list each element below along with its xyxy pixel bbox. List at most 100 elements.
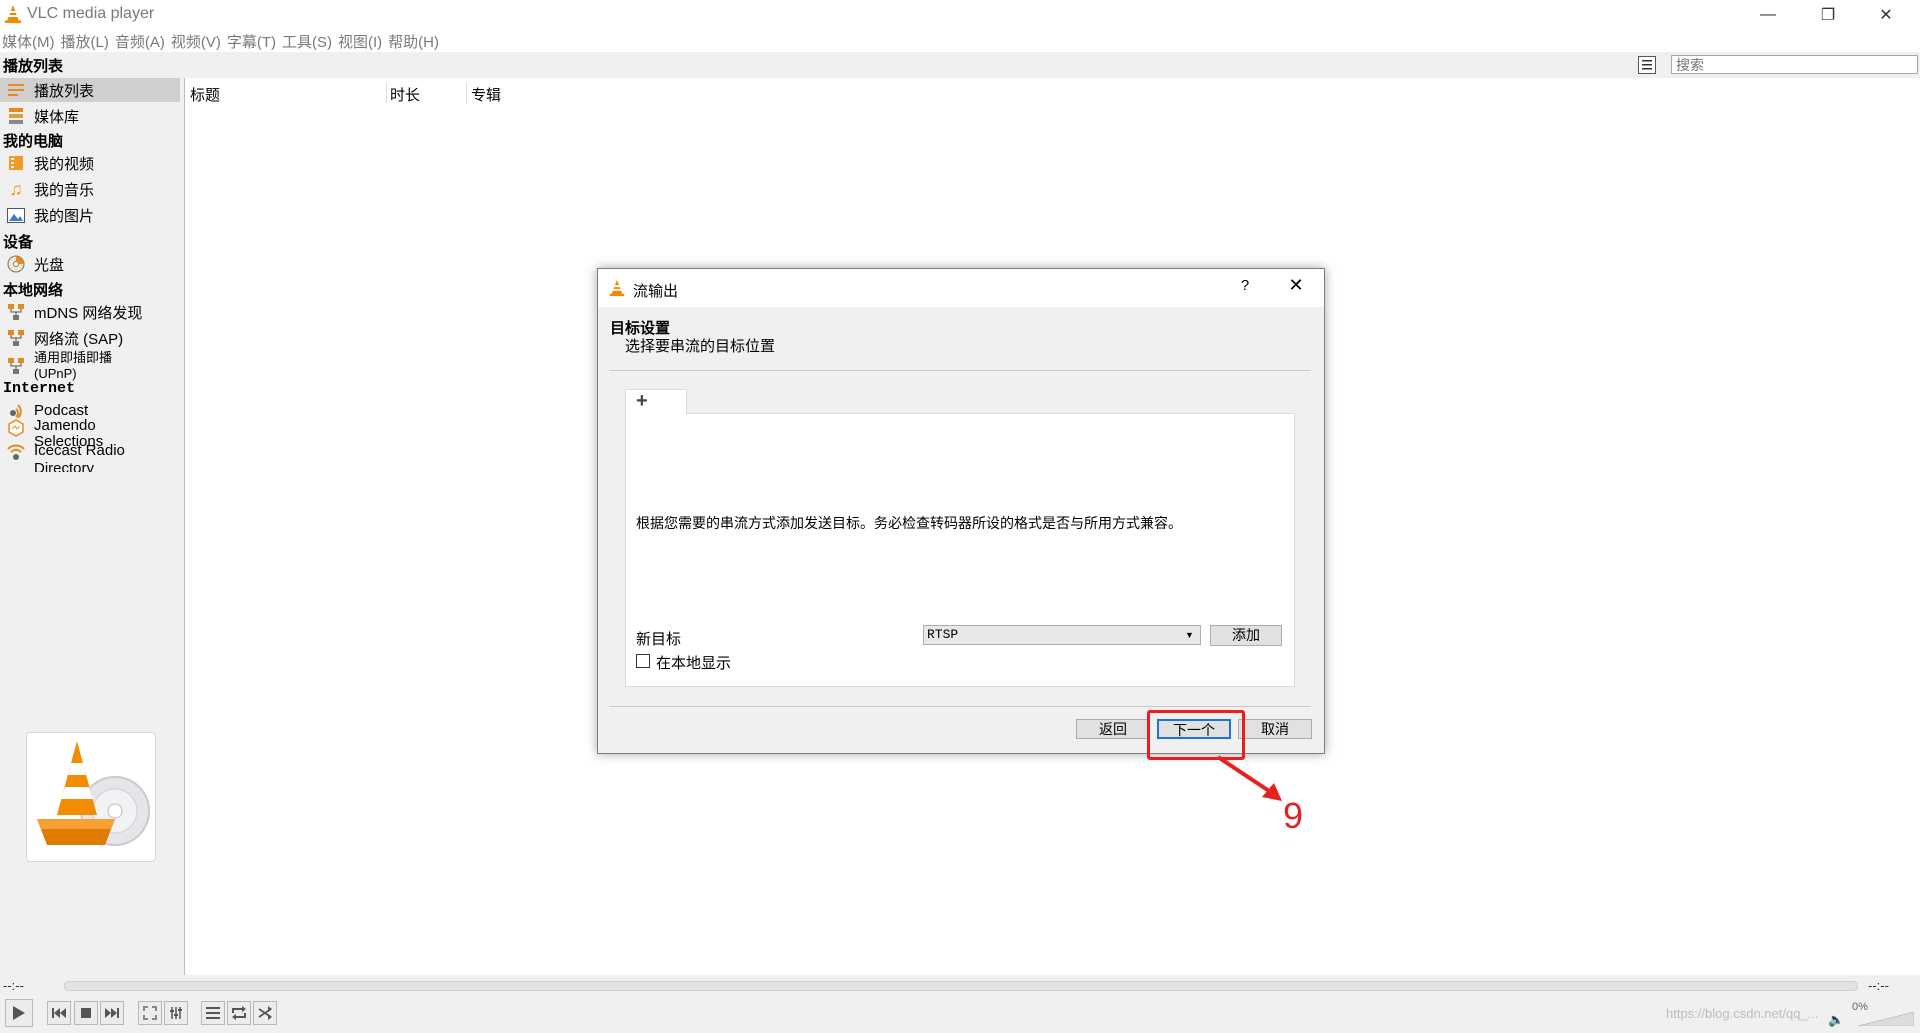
network-icon [6, 356, 26, 376]
annotation-highlight-box [1147, 710, 1245, 760]
seek-slider[interactable] [64, 981, 1858, 991]
play-button[interactable] [5, 999, 33, 1027]
equalizer-icon [170, 1007, 182, 1019]
display-locally-checkbox[interactable] [636, 654, 650, 668]
previous-button[interactable] [47, 1001, 71, 1025]
shuffle-icon [258, 1006, 272, 1020]
vlc-cone-icon [5, 5, 21, 23]
menu-view[interactable]: 视图(I) [336, 31, 386, 52]
sidebar-item-label: 我的音乐 [34, 181, 95, 199]
menu-media[interactable]: 媒体(M) [0, 31, 59, 52]
sidebar-item-label: 播放列表 [34, 82, 95, 100]
sidebar-item-icecast[interactable]: Icecast Radio Directory [0, 442, 180, 472]
sidebar-category-internet: Internet [3, 380, 76, 397]
disc-icon [6, 254, 26, 274]
watermark-text: https://blog.csdn.net/qq_... [1666, 1006, 1819, 1021]
menu-tools[interactable]: 工具(S) [280, 31, 336, 52]
sidebar-item-label: 通用即插即播 (UPnP) [34, 350, 113, 381]
minimize-button[interactable]: — [1740, 0, 1796, 30]
sidebar-item-mdns[interactable]: mDNS 网络发现 [0, 300, 180, 324]
music-note-icon: ♫ [9, 178, 23, 199]
extended-settings-button[interactable] [164, 1001, 188, 1025]
help-button[interactable]: ? [1230, 277, 1260, 299]
album-art [26, 732, 156, 862]
column-header-duration[interactable]: 时长 [390, 84, 420, 105]
new-target-label: 新目标 [636, 631, 682, 648]
close-window-button[interactable]: ✕ [1858, 0, 1914, 30]
target-type-select[interactable]: RTSP [923, 625, 1201, 645]
sidebar-item-media-library[interactable]: 媒体库 [0, 104, 180, 128]
sidebar-item-label: 媒体库 [34, 108, 80, 126]
chevron-down-icon[interactable]: ▼ [1185, 630, 1194, 640]
destination-tab-pane [625, 413, 1295, 687]
sidebar-item-my-pictures[interactable]: 我的图片 [0, 203, 180, 227]
shuffle-button[interactable] [253, 1001, 277, 1025]
playlist-header-title: 播放列表 [3, 58, 64, 75]
add-tab-plus-icon[interactable]: + [625, 389, 687, 414]
sidebar-item-my-videos[interactable]: 我的视频 [0, 151, 180, 175]
add-button[interactable]: 添加 [1210, 625, 1282, 646]
sidebar-item-label: 网络流 (SAP) [34, 330, 124, 348]
stop-icon [81, 1008, 91, 1018]
vlc-cone-icon [609, 279, 625, 297]
sidebar-item-disc[interactable]: 光盘 [0, 252, 180, 276]
jamendo-icon [6, 418, 26, 438]
sidebar-category-my-computer: 我的电脑 [3, 133, 64, 150]
sidebar-item-my-music[interactable]: ♫ 我的音乐 [0, 177, 180, 201]
sidebar-item-sap[interactable]: 网络流 (SAP) [0, 326, 180, 350]
network-icon [6, 328, 26, 348]
speaker-icon[interactable]: 🔈 [1828, 1012, 1844, 1028]
picture-icon [6, 205, 26, 225]
toggle-playlist-button[interactable] [201, 1001, 225, 1025]
back-button[interactable]: 返回 [1076, 719, 1150, 739]
sidebar-item-podcast[interactable]: Podcast [0, 400, 180, 420]
media-library-icon [6, 106, 26, 126]
column-header-album[interactable]: 专辑 [471, 84, 501, 105]
player-controls [0, 995, 1920, 1033]
stop-button[interactable] [74, 1001, 98, 1025]
sidebar-item-label: 光盘 [34, 256, 65, 274]
dialog-close-button[interactable]: ✕ [1281, 275, 1311, 299]
fullscreen-icon [143, 1006, 157, 1020]
sidebar-category-local-network: 本地网络 [3, 282, 64, 299]
sidebar-item-upnp[interactable]: 通用即插即播 (UPnP) [0, 350, 180, 382]
menu-audio[interactable]: 音频(A) [113, 31, 169, 52]
loop-icon [232, 1006, 246, 1020]
column-divider[interactable] [466, 82, 467, 104]
playlist-toolbar [0, 52, 1920, 78]
menu-subtitle[interactable]: 字幕(T) [225, 31, 280, 52]
playlist-icon [6, 80, 26, 100]
video-folder-icon [6, 153, 26, 173]
annotation-step-number: 9 [1283, 795, 1304, 836]
window-title: VLC media player [27, 5, 155, 22]
display-locally-label[interactable]: 在本地显示 [656, 652, 731, 673]
play-icon [13, 1006, 25, 1020]
sidebar-item-label: mDNS 网络发现 [34, 304, 143, 322]
menu-bar: 媒体(M) 播放(L) 音频(A) 视频(V) 字幕(T) 工具(S) 视图(I… [0, 30, 1920, 52]
cancel-button[interactable]: 取消 [1238, 719, 1312, 739]
dialog-title: 流输出 [633, 283, 679, 300]
sidebar-category-devices: 设备 [3, 234, 34, 251]
search-input[interactable] [1671, 55, 1918, 74]
elapsed-time[interactable]: --:-- [3, 978, 24, 993]
remaining-time[interactable]: --:-- [1868, 978, 1889, 993]
menu-playback[interactable]: 播放(L) [59, 31, 113, 52]
menu-help[interactable]: 帮助(H) [386, 31, 443, 52]
podcast-icon [6, 400, 26, 420]
column-header-title[interactable]: 标题 [190, 84, 220, 105]
title-bar: VLC media player — ❐ ✕ [0, 0, 1920, 30]
restore-button[interactable]: ❐ [1800, 0, 1856, 30]
sidebar-item-playlist[interactable]: 播放列表 [0, 78, 180, 102]
annotation-arrow-icon [1216, 755, 1282, 801]
sidebar-item-label: 我的视频 [34, 155, 95, 173]
volume-slider[interactable] [1858, 1012, 1914, 1026]
destination-setup-subheading: 选择要串流的目标位置 [625, 338, 776, 355]
menu-video[interactable]: 视频(V) [169, 31, 225, 52]
next-button[interactable] [100, 1001, 124, 1025]
column-divider[interactable] [386, 82, 387, 104]
loop-button[interactable] [227, 1001, 251, 1025]
vlc-cone-disc-icon [37, 741, 150, 846]
fullscreen-button[interactable] [138, 1001, 162, 1025]
playlist-view-toggle-icon[interactable] [1638, 56, 1656, 74]
stream-output-dialog: 流输出 ? ✕ 目标设置 选择要串流的目标位置 + 根据您需要的串流方式添加发送… [597, 268, 1325, 754]
